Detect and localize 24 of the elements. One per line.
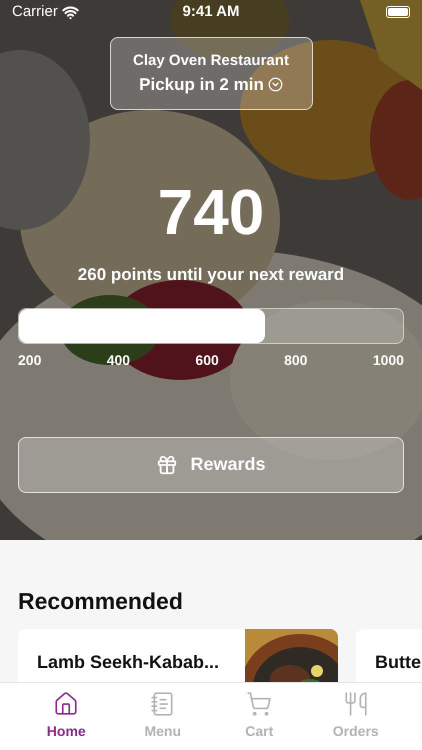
- chevron-down-icon: [268, 77, 283, 92]
- dish-name: Butte: [375, 652, 421, 672]
- wifi-icon: [62, 4, 79, 20]
- points-caption: 260 points until your next reward: [78, 264, 344, 286]
- location-selector[interactable]: Clay Oven Restaurant Pickup in 2 min: [110, 37, 312, 110]
- progress-tick-label: 1000: [372, 350, 404, 370]
- fork-knife-icon: [342, 691, 369, 717]
- gift-icon: [156, 454, 178, 476]
- carrier-text: Carrier: [12, 2, 58, 22]
- section-title: Recommended: [18, 587, 184, 616]
- tab-bar-item[interactable]: Home: [26, 683, 106, 750]
- progress-tick-label: 600: [195, 350, 219, 370]
- rewards-button[interactable]: Rewards: [18, 436, 404, 492]
- cart-icon: [246, 691, 272, 717]
- progress-tick-label: 800: [284, 350, 308, 370]
- home-icon: [53, 691, 80, 717]
- battery-icon: [386, 6, 410, 18]
- progress-tick-label: 400: [106, 350, 130, 370]
- points-value: 740: [158, 180, 264, 244]
- progress-tick-label: 200: [18, 350, 42, 370]
- dish-card[interactable]: Butte: [356, 628, 422, 682]
- dish-name: Lamb Seekh-Kabab...: [37, 652, 220, 672]
- status-time: 9:41 AM: [182, 2, 240, 22]
- dish-card[interactable]: Lamb Seekh-Kabab...: [18, 628, 338, 682]
